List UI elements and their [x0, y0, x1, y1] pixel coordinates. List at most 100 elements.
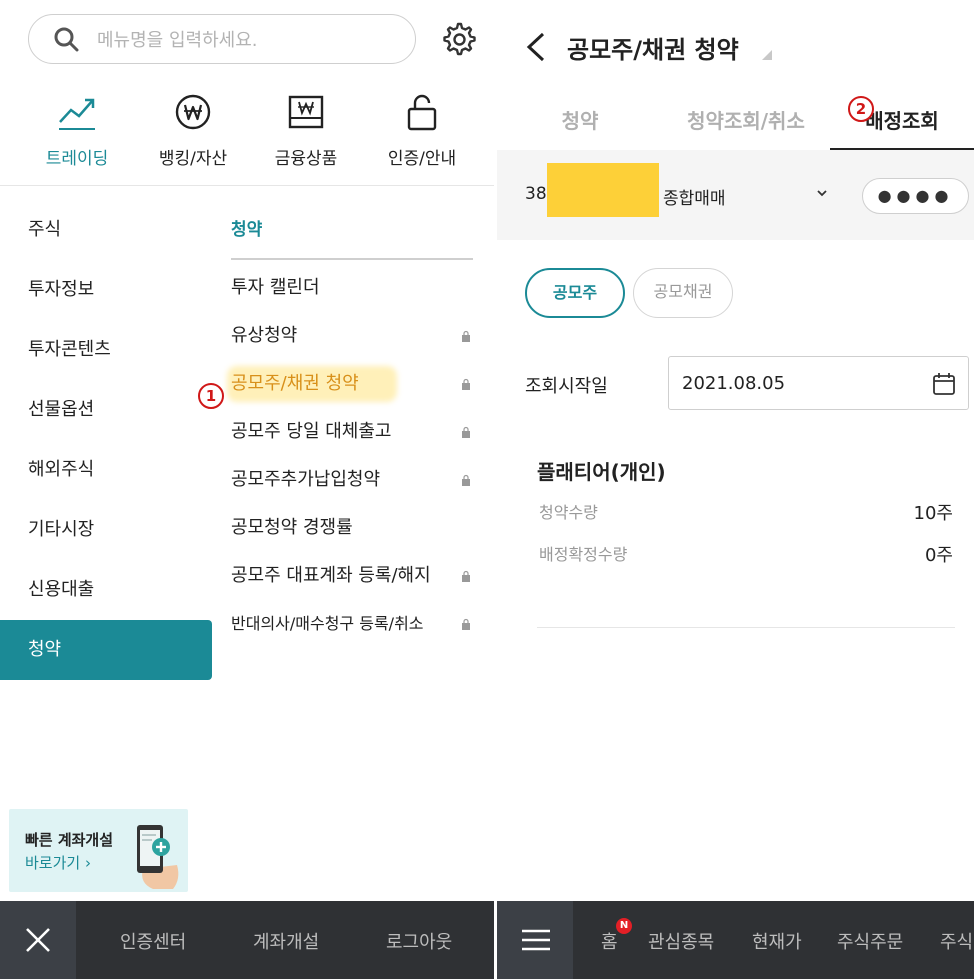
gear-icon[interactable]	[440, 20, 476, 56]
row-label: 배정확정수량	[539, 545, 628, 564]
submenu-item[interactable]: 반대의사/매수청구 등록/취소	[231, 600, 473, 648]
submenu-label: 유상청약	[231, 325, 298, 346]
allocation-result: 플래티어(개인) 청약수량 10주 배정확정수량 0주	[537, 456, 957, 569]
category-label: 뱅킹/자산	[158, 149, 228, 169]
submenu-label: 공모주추가납입청약	[231, 469, 381, 490]
nav-home[interactable]: 홈	[601, 928, 618, 954]
banner-title: 빠른 계좌개설	[25, 831, 114, 849]
calendar-icon[interactable]	[932, 372, 956, 396]
won-coin-icon	[175, 94, 211, 130]
menu-item-invest-info[interactable]: 투자정보	[0, 260, 212, 320]
nav-watchlist[interactable]: 관심종목	[648, 928, 714, 954]
bottom-nav: 홈 N 관심종목 현재가 주식주문 주식	[497, 901, 974, 979]
divider	[537, 627, 955, 628]
menu-item-futures[interactable]: 선물옵션	[0, 380, 212, 440]
account-number: 38	[525, 184, 547, 204]
company-name: 플래티어(개인)	[537, 460, 666, 484]
submenu-label: 공모주 대표계좌 등록/해지	[231, 565, 431, 586]
submenu-item[interactable]: 공모주추가납입청약	[231, 456, 473, 504]
category-trading[interactable]: 트레이딩	[17, 92, 137, 169]
submenu-item-ipo-bond[interactable]: 공모주/채권 청약	[227, 360, 473, 408]
page-title: 공모주/채권 청약	[567, 36, 739, 64]
bottom-link-cert-center[interactable]: 인증센터	[120, 928, 186, 954]
submenu-item[interactable]: 공모주 당일 대체출고	[231, 408, 473, 456]
submenu-item[interactable]: 유상청약	[231, 312, 473, 360]
won-bill-icon	[288, 95, 324, 129]
menu-item-stocks[interactable]: 주식	[0, 200, 212, 260]
category-label: 트레이딩	[45, 149, 109, 169]
close-icon	[26, 928, 50, 952]
category-tabs: 트레이딩 뱅킹/자산 금융상품 인증/안내	[0, 92, 497, 172]
submenu-label: 투자 캘린더	[231, 277, 320, 298]
menu-item-credit-loan[interactable]: 신용대출	[0, 560, 212, 620]
menu-panel: 메뉴명을 입력하세요. 트레이딩 뱅킹/자산 금융상품 인증/안내 주식 투자정…	[0, 0, 497, 979]
submenu-item[interactable]: 투자 캘린더	[231, 264, 473, 312]
tab-subscribe[interactable]: 청약	[497, 90, 663, 150]
submenu-label: 공모주/채권 청약	[231, 373, 359, 394]
hamburger-icon	[522, 929, 550, 951]
close-button[interactable]	[0, 901, 76, 979]
start-date-label: 조회시작일	[525, 376, 608, 397]
submenu-item[interactable]: 공모주 대표계좌 등록/해지	[231, 552, 473, 600]
subscription-screen: 공모주/채권 청약 청약 청약조회/취소 배정조회 2 38 종합매매 ●●●●…	[497, 0, 974, 979]
submenu-item[interactable]: 공모청약 경쟁률	[231, 504, 473, 552]
new-badge: N	[616, 918, 632, 934]
submenu-label: 공모주 당일 대체출고	[231, 421, 392, 442]
account-bar: 38 종합매매 ●●●●	[497, 150, 974, 240]
nav-stock[interactable]: 주식	[940, 928, 973, 954]
category-banking[interactable]: 뱅킹/자산	[133, 92, 253, 169]
category-label: 인증/안내	[387, 149, 457, 169]
search-input[interactable]: 메뉴명을 입력하세요.	[28, 14, 416, 64]
start-date-field[interactable]: 2021.08.05	[668, 356, 969, 410]
password-field[interactable]: ●●●●	[862, 178, 969, 214]
lock-icon	[462, 474, 470, 486]
menu-item-invest-contents[interactable]: 투자콘텐츠	[0, 320, 212, 380]
row-value: 0주	[924, 545, 953, 566]
lock-icon	[407, 94, 437, 131]
lock-icon	[462, 618, 470, 630]
main-menu: 주식 투자정보 투자콘텐츠 선물옵션 해외주식 기타시장 신용대출 청약	[0, 200, 212, 680]
search-placeholder: 메뉴명을 입력하세요.	[97, 30, 258, 51]
phone-hand-icon	[137, 825, 179, 889]
section-title: 청약	[231, 200, 473, 260]
bottom-bar-left: 인증센터 계좌개설 로그아웃	[0, 901, 497, 979]
chip-ipo-bond[interactable]: 공모채권	[633, 268, 733, 318]
corner-caret-icon	[762, 50, 772, 60]
trend-chart-icon	[59, 98, 95, 130]
submenu-label: 반대의사/매수청구 등록/취소	[231, 614, 424, 633]
start-date-value: 2021.08.05	[682, 373, 786, 394]
row-value: 10주	[913, 503, 953, 524]
step-marker-2: 2	[848, 96, 874, 122]
chevron-down-icon[interactable]	[815, 188, 829, 198]
lock-icon	[462, 570, 470, 582]
tab-inquiry-cancel[interactable]: 청약조회/취소	[663, 90, 829, 150]
category-products[interactable]: 금융상품	[246, 92, 366, 169]
chip-ipo-stock[interactable]: 공모주	[525, 268, 625, 318]
category-label: 금융상품	[274, 149, 338, 169]
bottom-link-logout[interactable]: 로그아웃	[386, 928, 452, 954]
step-marker-1: 1	[198, 383, 224, 409]
quick-account-banner[interactable]: 빠른 계좌개설 바로가기 ›	[9, 809, 188, 892]
menu-item-subscription[interactable]: 청약	[0, 620, 212, 680]
hamburger-button[interactable]	[497, 901, 573, 979]
search-icon	[54, 27, 79, 52]
result-row: 배정확정수량 0주	[537, 527, 957, 569]
lock-icon	[462, 426, 470, 438]
submenu-label: 공모청약 경쟁률	[231, 517, 353, 538]
menu-item-overseas[interactable]: 해외주식	[0, 440, 212, 500]
account-type[interactable]: 종합매매	[663, 184, 726, 209]
back-arrow-icon[interactable]	[525, 32, 547, 62]
bottom-link-open-account[interactable]: 계좌개설	[253, 928, 319, 954]
category-auth[interactable]: 인증/안내	[362, 92, 482, 169]
account-mask	[547, 163, 659, 217]
lock-icon	[462, 330, 470, 342]
banner-link[interactable]: 바로가기 ›	[25, 852, 91, 873]
result-row: 청약수량 10주	[537, 485, 957, 527]
row-label: 청약수량	[539, 503, 598, 522]
sub-menu: 청약 투자 캘린더 유상청약 공모주/채권 청약 공모주 당일 대체출고 공모주…	[227, 200, 473, 648]
nav-current-price[interactable]: 현재가	[752, 928, 802, 954]
screen: 메뉴명을 입력하세요. 트레이딩 뱅킹/자산 금융상품 인증/안내 주식 투자정…	[0, 0, 974, 979]
lock-icon	[462, 378, 470, 390]
menu-item-other-market[interactable]: 기타시장	[0, 500, 212, 560]
nav-stock-order[interactable]: 주식주문	[837, 928, 903, 954]
